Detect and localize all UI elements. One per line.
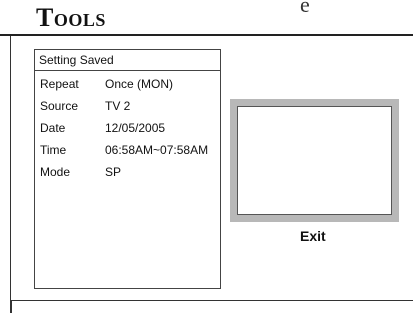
preview-window [237,106,392,215]
repeat-value: Once (MON) [105,77,174,91]
date-value: 12/05/2005 [105,121,166,135]
time-value: 06:58AM~07:58AM [105,143,209,157]
source-label: Source [40,99,79,113]
preview-frame [230,99,399,222]
panel-title: Setting Saved [35,50,220,71]
exit-button[interactable]: Exit [300,228,326,244]
mode-value: SP [105,165,122,179]
setting-saved-panel: Setting Saved Repeat Once (MON) Source T… [34,49,221,289]
mode-label: Mode [40,165,71,179]
repeat-label: Repeat [40,77,79,91]
date-label: Date [40,121,66,135]
frame-edge [10,300,12,313]
title-bar: Tools [0,0,413,36]
source-value: TV 2 [105,99,131,113]
time-label: Time [40,143,67,157]
page-title: Tools [36,3,106,32]
